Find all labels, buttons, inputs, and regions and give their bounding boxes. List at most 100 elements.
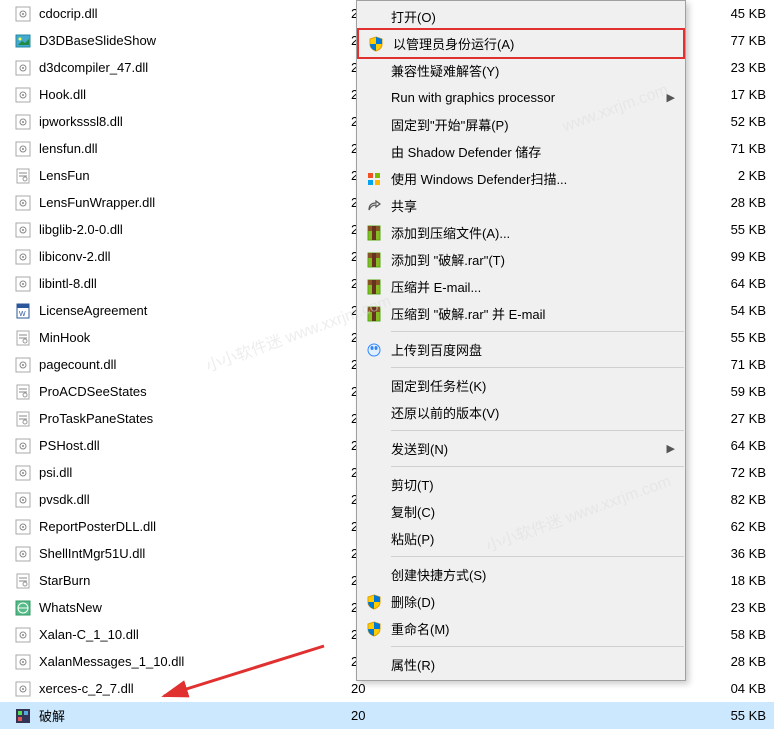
menu-item[interactable]: 上传到百度网盘 (357, 336, 685, 363)
menu-item[interactable]: 打开(O) (357, 3, 685, 30)
dll-icon (14, 653, 32, 671)
blank-icon (361, 529, 387, 549)
image-icon (14, 32, 32, 50)
menu-item[interactable]: 由 Shadow Defender 储存 (357, 138, 685, 165)
dll-icon (14, 626, 32, 644)
file-name: ipworksssl8.dll (39, 114, 351, 129)
file-name: d3dcompiler_47.dll (39, 60, 351, 75)
menu-label: 复制(C) (387, 502, 661, 521)
config-icon (14, 383, 32, 401)
menu-item[interactable]: 删除(D) (357, 588, 685, 615)
blank-icon (361, 61, 387, 81)
config-icon (14, 572, 32, 590)
file-size: 54 KB (731, 303, 766, 318)
dll-icon (14, 194, 32, 212)
menu-separator (391, 331, 684, 332)
chevron-right-icon: ▶ (667, 91, 675, 104)
menu-item[interactable]: 兼容性疑难解答(Y) (357, 57, 685, 84)
file-size: 62 KB (731, 519, 766, 534)
menu-label: 属性(R) (387, 655, 661, 674)
menu-separator (391, 556, 684, 557)
chevron-right-icon: ▶ (667, 442, 675, 455)
context-menu: 打开(O) 以管理员身份运行(A) 兼容性疑难解答(Y) Run with gr… (356, 0, 686, 681)
file-size: 52 KB (731, 114, 766, 129)
blank-icon (361, 115, 387, 135)
file-name: ProTaskPaneStates (39, 411, 351, 426)
defender-icon (361, 169, 387, 189)
file-name: pvsdk.dll (39, 492, 351, 507)
file-size: 72 KB (731, 465, 766, 480)
file-name: ProACDSeeStates (39, 384, 351, 399)
menu-separator (391, 367, 684, 368)
menu-label: 压缩到 "破解.rar" 并 E-mail (387, 304, 661, 323)
file-size: 55 KB (731, 330, 766, 345)
config-icon (14, 329, 32, 347)
file-size: 17 KB (731, 87, 766, 102)
menu-label: 创建快捷方式(S) (387, 565, 661, 584)
file-name: MinHook (39, 330, 351, 345)
blank-icon (361, 655, 387, 675)
file-size: 77 KB (731, 33, 766, 48)
menu-label: 剪切(T) (387, 475, 661, 494)
file-size: 45 KB (731, 6, 766, 21)
dll-icon (14, 545, 32, 563)
file-size: 59 KB (731, 384, 766, 399)
menu-label: 添加到 "破解.rar"(T) (387, 250, 661, 269)
file-size: 28 KB (731, 654, 766, 669)
file-size: 18 KB (731, 573, 766, 588)
file-size: 71 KB (731, 141, 766, 156)
file-row[interactable]: 破解 20 55 KB (0, 702, 774, 729)
menu-item[interactable]: 添加到 "破解.rar"(T) (357, 246, 685, 273)
dll-icon (14, 5, 32, 23)
file-name: libintl-8.dll (39, 276, 351, 291)
dll-icon (14, 491, 32, 509)
html-icon (14, 599, 32, 617)
share-icon (361, 196, 387, 216)
file-size: 64 KB (731, 276, 766, 291)
file-size: 82 KB (731, 492, 766, 507)
menu-item[interactable]: 粘贴(P) (357, 525, 685, 552)
dll-icon (14, 680, 32, 698)
menu-item[interactable]: 添加到压缩文件(A)... (357, 219, 685, 246)
file-name: WhatsNew (39, 600, 351, 615)
doc-icon: W (14, 302, 32, 320)
baidu-icon (361, 340, 387, 360)
menu-item[interactable]: 固定到"开始"屏幕(P) (357, 111, 685, 138)
file-name: StarBurn (39, 573, 351, 588)
menu-item[interactable]: 压缩并 E-mail... (357, 273, 685, 300)
dll-icon (14, 518, 32, 536)
menu-item[interactable]: 复制(C) (357, 498, 685, 525)
rar-icon (361, 304, 387, 324)
file-name: XalanMessages_1_10.dll (39, 654, 351, 669)
menu-item[interactable]: 还原以前的版本(V) (357, 399, 685, 426)
menu-item[interactable]: 固定到任务栏(K) (357, 372, 685, 399)
dll-icon (14, 140, 32, 158)
blank-icon (361, 565, 387, 585)
file-size: 64 KB (731, 438, 766, 453)
file-size: 04 KB (731, 681, 766, 696)
menu-item[interactable]: 属性(R) (357, 651, 685, 678)
menu-item[interactable]: Run with graphics processor ▶ (357, 84, 685, 111)
menu-item[interactable]: 重命名(M) (357, 615, 685, 642)
dll-icon (14, 464, 32, 482)
menu-label: 重命名(M) (387, 619, 661, 638)
config-icon (14, 410, 32, 428)
file-name: Hook.dll (39, 87, 351, 102)
file-name: ReportPosterDLL.dll (39, 519, 351, 534)
menu-item[interactable]: 以管理员身份运行(A) (357, 28, 685, 59)
exe-icon (14, 707, 32, 725)
menu-item[interactable]: 创建快捷方式(S) (357, 561, 685, 588)
menu-item[interactable]: 剪切(T) (357, 471, 685, 498)
menu-item[interactable]: 使用 Windows Defender扫描... (357, 165, 685, 192)
file-size: 23 KB (731, 60, 766, 75)
file-name: LicenseAgreement (39, 303, 351, 318)
file-size: 36 KB (731, 546, 766, 561)
menu-separator (391, 430, 684, 431)
rar-icon (361, 277, 387, 297)
menu-item[interactable]: 共享 (357, 192, 685, 219)
file-name: psi.dll (39, 465, 351, 480)
shield-icon (363, 34, 389, 54)
rar-icon (361, 250, 387, 270)
menu-item[interactable]: 发送到(N) ▶ (357, 435, 685, 462)
menu-item[interactable]: 压缩到 "破解.rar" 并 E-mail (357, 300, 685, 327)
